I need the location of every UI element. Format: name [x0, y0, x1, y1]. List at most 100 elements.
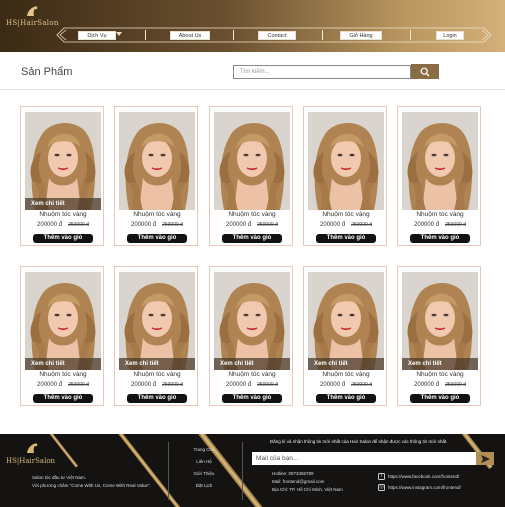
nav-divider [233, 30, 234, 40]
product-photo-svg [402, 272, 478, 370]
view-detail-button[interactable]: Xem chi tiết [25, 358, 101, 370]
address-text: Địa Chỉ: TP. Hồ Chí Minh, Việt Nam [272, 487, 343, 492]
add-to-cart-button[interactable]: Thêm vào giỏ [410, 234, 470, 243]
view-detail-button[interactable]: Xem chi tiết [25, 198, 101, 210]
product-prices: 200000 đ 250000 đ [398, 222, 482, 228]
subscribe-text: Đăng kí và nhận thông tin mới nhất của H… [270, 439, 448, 444]
send-button[interactable] [476, 452, 494, 465]
nav-divider [410, 30, 411, 40]
product-name: Nhuộm tóc vàng [133, 371, 181, 378]
product-card[interactable]: Xem chi tiết Nhuộm tóc vàng 200000 đ 2500… [303, 266, 387, 406]
site-footer: HS|HairSalon Salon tóc đầu tư Việt Nam. … [0, 434, 505, 507]
add-to-cart-button[interactable]: Thêm vào giỏ [33, 394, 93, 403]
add-to-cart-button[interactable]: Thêm vào giỏ [33, 234, 93, 243]
product-card[interactable]: Nhuộm tóc vàng 200000 đ 250000 đ Thêm vào… [209, 106, 293, 246]
product-price: 200000 đ [37, 222, 63, 228]
product-image[interactable] [119, 112, 195, 210]
product-photo-svg [214, 272, 290, 370]
add-to-cart-button[interactable]: Thêm vào giỏ [316, 234, 376, 243]
product-old-price: 250000 đ [445, 382, 466, 388]
product-card[interactable]: Xem chi tiết Nhuộm tóc vàng 200000 đ 2500… [20, 106, 104, 246]
product-image[interactable]: Xem chi tiết [214, 272, 290, 370]
product-prices: 200000 đ 250000 đ [210, 222, 294, 228]
facebook-link[interactable]: f https://www.facebook.com/frontend/ [378, 471, 461, 482]
add-to-cart-button[interactable]: Thêm vào giỏ [316, 394, 376, 403]
product-card[interactable]: Nhuộm tóc vàng 200000 đ 250000 đ Thêm vào… [397, 106, 481, 246]
search-button[interactable] [411, 64, 439, 79]
product-card[interactable]: Xem chi tiết Nhuộm tóc vàng 200000 đ 2500… [397, 266, 481, 406]
email-field[interactable]: Mail của bạn... [252, 452, 476, 465]
product-old-price: 250000 đ [162, 222, 183, 228]
product-price: 200000 đ [37, 382, 63, 388]
chevron-down-icon[interactable] [116, 32, 122, 36]
nav-contact[interactable]: Contact [258, 31, 296, 40]
add-to-cart-button[interactable]: Thêm vào giỏ [222, 234, 282, 243]
product-image[interactable]: Xem chi tiết [308, 272, 384, 370]
facebook-url: https://www.facebook.com/frontend/ [388, 474, 460, 479]
add-to-cart-button[interactable]: Thêm vào giỏ [410, 394, 470, 403]
product-card[interactable]: Nhuộm tóc vàng 200000 đ 250000 đ Thêm vào… [303, 106, 387, 246]
product-old-price: 250000 đ [351, 222, 372, 228]
product-image[interactable]: Xem chi tiết [402, 272, 478, 370]
view-detail-button[interactable]: Xem chi tiết [119, 358, 195, 370]
product-name: Nhuộm tóc vàng [322, 211, 370, 218]
footer-link-booking[interactable]: Đặt Lịch [187, 480, 221, 492]
instagram-link[interactable]: ◎ https://www.instagram.com/frontend/ [378, 482, 461, 493]
add-to-cart-button[interactable]: Thêm vào giỏ [127, 234, 187, 243]
product-prices: 200000 đ 250000 đ [21, 222, 105, 228]
footer-link-about[interactable]: Giới Thiệu [187, 468, 221, 480]
product-name: Nhuộm tóc vàng [39, 211, 87, 218]
nav-services[interactable]: Dịch Vụ [78, 31, 116, 40]
view-detail-button[interactable]: Xem chi tiết [402, 358, 478, 370]
product-photo-svg [308, 112, 384, 210]
footer-divider [168, 442, 169, 500]
product-card[interactable]: Xem chi tiết Nhuộm tóc vàng 200000 đ 2500… [20, 266, 104, 406]
product-old-price: 250000 đ [257, 382, 278, 388]
view-detail-button[interactable]: Xem chi tiết [214, 358, 290, 370]
footer-logo-icon [27, 443, 38, 453]
product-prices: 200000 đ 250000 đ [21, 382, 105, 388]
nav-login[interactable]: Login [436, 31, 464, 40]
product-image[interactable]: Xem chi tiết [119, 272, 195, 370]
site-header: HS|HairSalon Dịch Vụ About Us Contact Gi… [0, 0, 505, 52]
product-photo-svg [402, 112, 478, 210]
instagram-icon: ◎ [378, 484, 385, 491]
product-price: 200000 đ [320, 222, 346, 228]
product-image[interactable] [308, 112, 384, 210]
product-image[interactable] [214, 112, 290, 210]
product-prices: 200000 đ 250000 đ [115, 222, 199, 228]
product-photo-svg [214, 112, 290, 210]
product-photo-svg [119, 112, 195, 210]
footer-logo-text: HS|HairSalon [6, 457, 56, 465]
footer-divider [242, 442, 243, 500]
product-old-price: 250000 đ [68, 222, 89, 228]
nav-about-us[interactable]: About Us [170, 31, 210, 40]
product-price: 200000 đ [320, 382, 346, 388]
main-nav: Dịch Vụ About Us Contact Giỏ Hàng Login [56, 27, 492, 43]
footer-description: Salon tóc đầu tư Việt Nam. Với phương ch… [32, 474, 172, 490]
product-old-price: 250000 đ [445, 222, 466, 228]
add-to-cart-button[interactable]: Thêm vào giỏ [222, 394, 282, 403]
view-detail-button[interactable]: Xem chi tiết [308, 358, 384, 370]
instagram-url: https://www.instagram.com/frontend/ [388, 485, 461, 490]
add-to-cart-button[interactable]: Thêm vào giỏ [127, 394, 187, 403]
product-name: Nhuộm tóc vàng [39, 371, 87, 378]
search-input[interactable]: Tìm kiếm... [233, 65, 411, 79]
product-card[interactable]: Nhuộm tóc vàng 200000 đ 250000 đ Thêm vào… [114, 106, 198, 246]
product-image[interactable] [402, 112, 478, 210]
product-price: 200000 đ [414, 222, 440, 228]
product-image[interactable]: Xem chi tiết [25, 112, 101, 210]
footer-link-contact[interactable]: Liên Hệ [187, 456, 221, 468]
product-name: Nhuộm tóc vàng [416, 211, 464, 218]
product-card[interactable]: Xem chi tiết Nhuộm tóc vàng 200000 đ 2500… [209, 266, 293, 406]
nav-cart[interactable]: Giỏ Hàng [340, 31, 382, 40]
product-price: 200000 đ [226, 382, 252, 388]
product-card[interactable]: Xem chi tiết Nhuộm tóc vàng 200000 đ 2500… [114, 266, 198, 406]
footer-description-line: Với phương châm "Come With Us, Come With… [32, 483, 151, 488]
product-grid: Xem chi tiết Nhuộm tóc vàng 200000 đ 2500… [0, 91, 505, 434]
footer-links: Trang Chủ Liên Hệ Giới Thiệu Đặt Lịch [187, 444, 221, 492]
product-image[interactable]: Xem chi tiết [25, 272, 101, 370]
product-photo-svg [308, 272, 384, 370]
product-price: 200000 đ [131, 382, 157, 388]
footer-link-home[interactable]: Trang Chủ [187, 444, 221, 456]
